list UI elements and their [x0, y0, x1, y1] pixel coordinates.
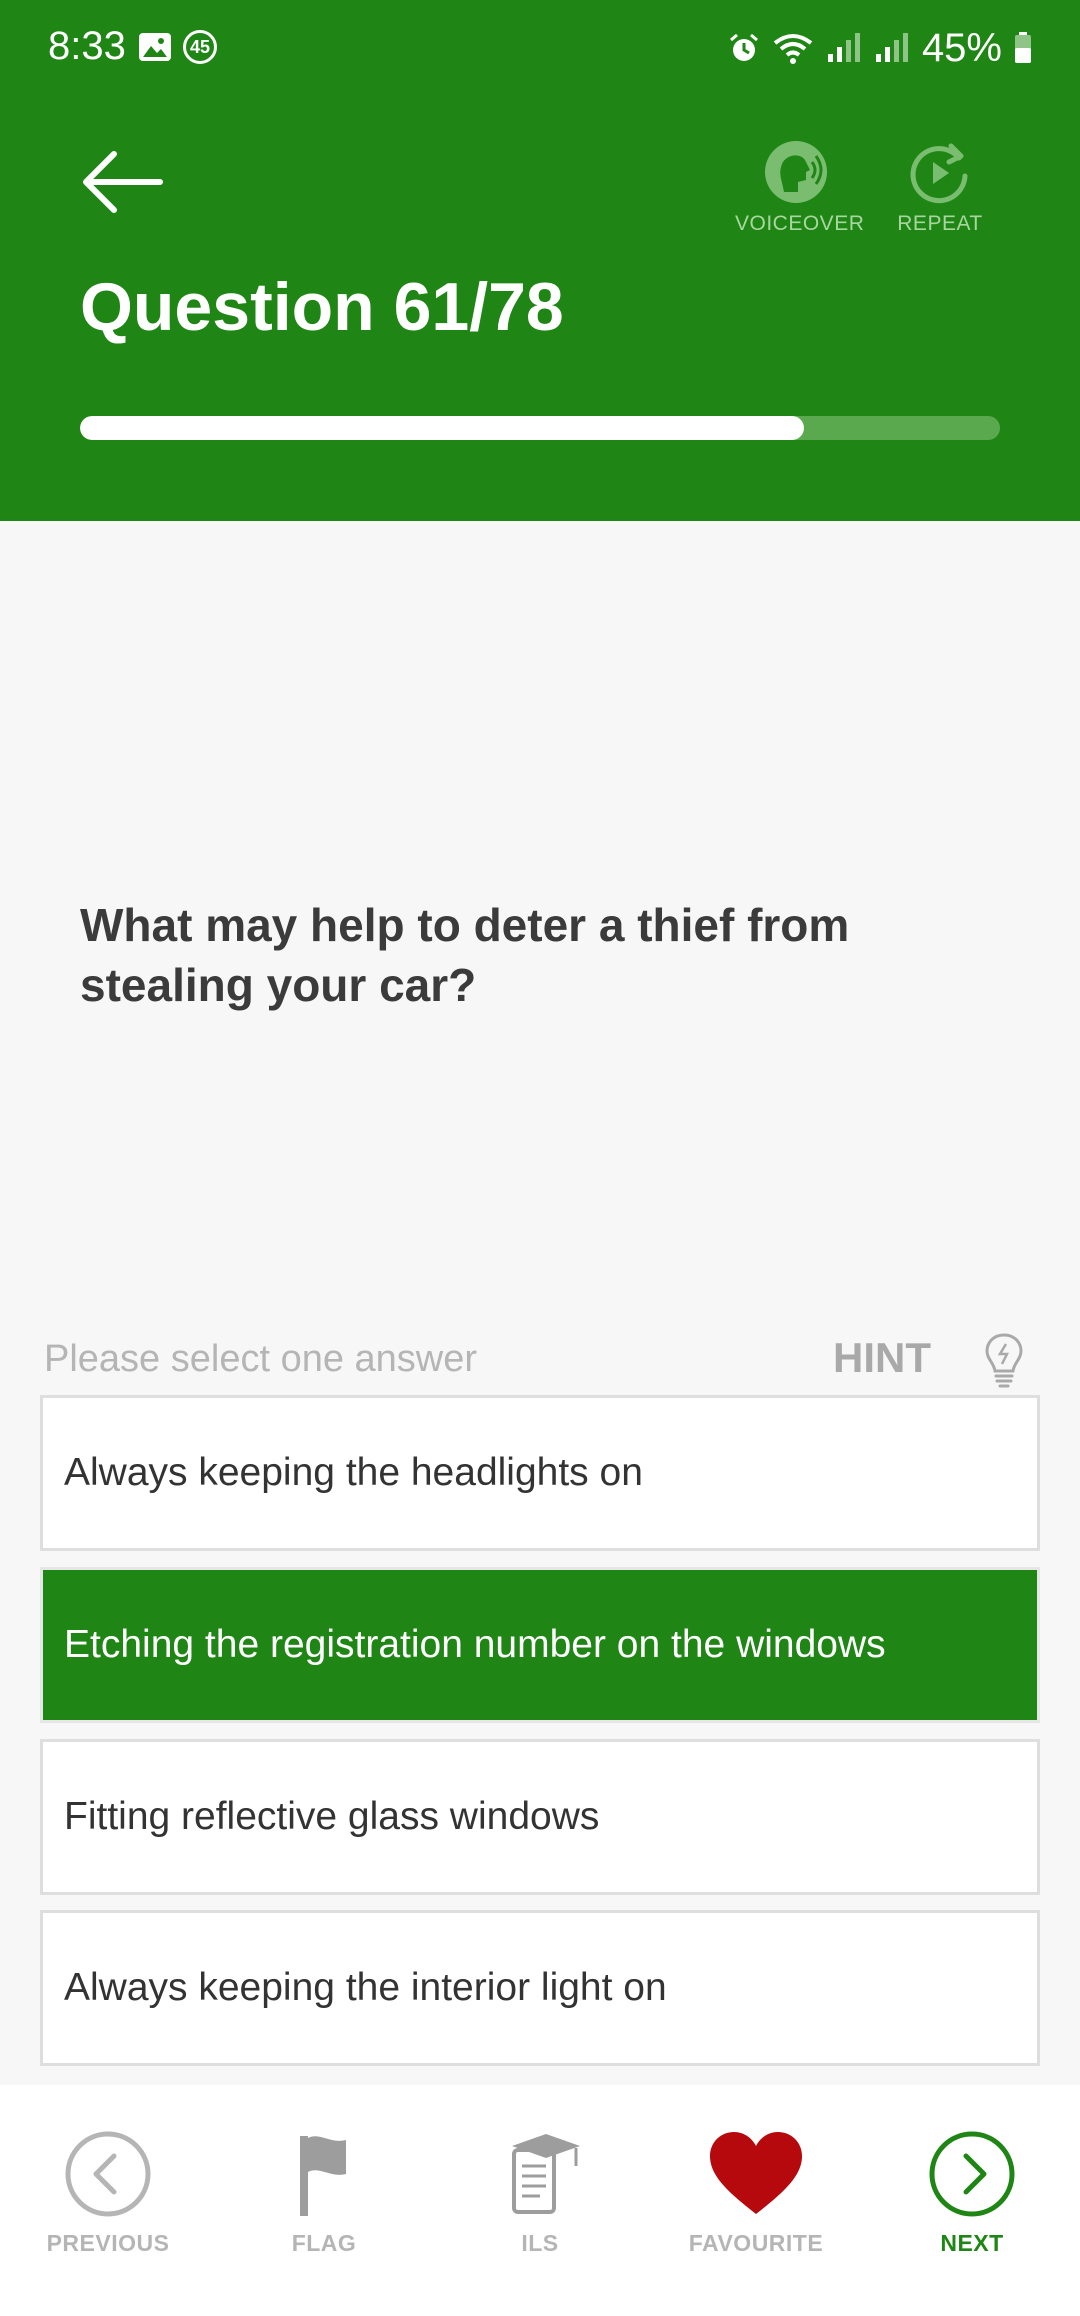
heart-icon — [710, 2132, 802, 2214]
signal-icon — [827, 33, 860, 62]
select-answer-prompt: Please select one answer — [44, 1338, 478, 1380]
signal-icon-2 — [875, 33, 908, 62]
status-right: 45% — [728, 22, 1032, 74]
back-arrow-icon[interactable] — [78, 142, 168, 222]
answer-option-3[interactable]: Fitting reflective glass windows — [40, 1739, 1040, 1895]
voiceover-button[interactable]: VOICEOVER — [735, 140, 865, 236]
alarm-icon — [729, 33, 758, 61]
repeat-icon — [910, 143, 968, 204]
flag-label: FLAG — [291, 2230, 357, 2256]
question-counter-title: Question 61/78 — [80, 269, 564, 345]
hint-button[interactable]: HINT — [833, 1334, 931, 1382]
previous-button[interactable]: PREVIOUS — [8, 2130, 208, 2257]
status-bar: 8:33 45 45% — [0, 0, 1080, 96]
repeat-label: REPEAT — [897, 212, 983, 235]
ils-label: ILS — [521, 2230, 559, 2256]
ils-button[interactable]: ILS — [440, 2130, 640, 2257]
progress-bar — [80, 416, 1000, 440]
progress-bar-fill — [80, 416, 805, 440]
repeat-button[interactable]: REPEAT — [890, 140, 990, 236]
status-time: 8:33 — [48, 24, 126, 68]
question-text: What may help to deter a thief from stea… — [80, 899, 850, 1011]
gallery-icon — [139, 33, 171, 61]
favourite-label: FAVOURITE — [688, 2230, 824, 2256]
chevron-left-circle-icon — [65, 2131, 151, 2217]
flag-icon — [300, 2136, 346, 2216]
answer-option-4[interactable]: Always keeping the interior light on — [40, 1910, 1040, 2066]
battery-icon — [1015, 32, 1031, 63]
answer-option-1[interactable]: Always keeping the headlights on — [40, 1395, 1040, 1551]
lightbulb-icon[interactable] — [984, 1332, 1024, 1390]
header: 8:33 45 45% VOICEOVER REPEAT Question 61… — [0, 0, 1080, 521]
favourite-button[interactable]: FAVOURITE — [656, 2130, 856, 2257]
voiceover-label: VOICEOVER — [735, 212, 865, 235]
next-label: NEXT — [940, 2230, 1004, 2256]
voiceover-icon — [765, 141, 827, 203]
next-button[interactable]: NEXT — [872, 2130, 1072, 2257]
notification-badge: 45 — [183, 30, 217, 64]
previous-label: PREVIOUS — [46, 2230, 170, 2256]
flag-button[interactable]: FLAG — [224, 2130, 424, 2257]
study-book-icon — [512, 2134, 580, 2214]
battery-percent: 45% — [921, 25, 1002, 70]
answer-option-2[interactable]: Etching the registration number on the w… — [40, 1567, 1040, 1723]
wifi-icon — [773, 34, 813, 64]
chevron-right-circle-icon — [929, 2131, 1015, 2217]
